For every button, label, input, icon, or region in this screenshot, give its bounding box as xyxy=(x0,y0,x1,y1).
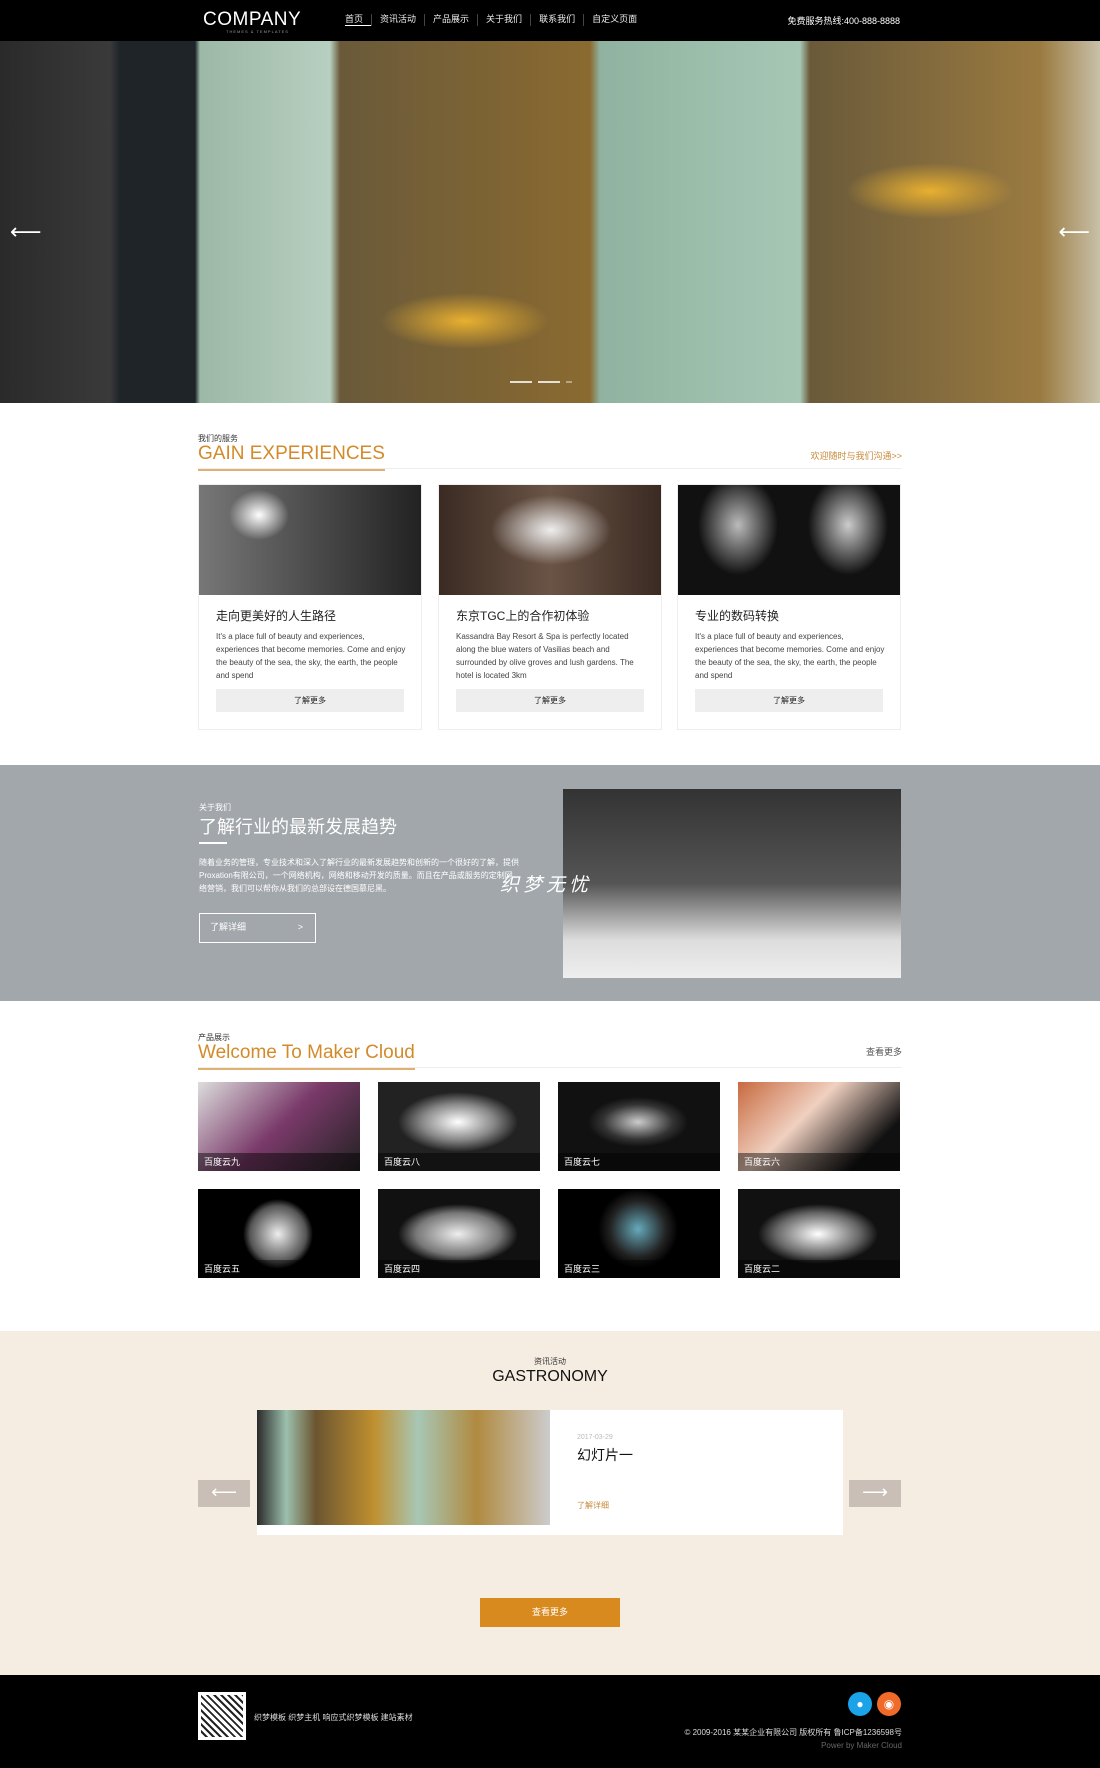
card-text: It's a place full of beauty and experien… xyxy=(695,632,885,680)
divider xyxy=(199,842,227,844)
about-title: 了解行业的最新发展趋势 xyxy=(199,817,397,837)
product-caption: 百度云二 xyxy=(738,1260,900,1278)
arrow-right-icon[interactable]: ⟶ xyxy=(849,1480,901,1507)
product-item[interactable]: 百度云九 xyxy=(198,1082,360,1171)
products-title: Welcome To Maker Cloud xyxy=(198,1042,415,1070)
footer-links[interactable]: 织梦模板 织梦主机 响应式织梦模板 建站素材 xyxy=(254,1712,413,1723)
about-section: 关于我们 了解行业的最新发展趋势 随着业务的管理，专业技术和深入了解行业的最新发… xyxy=(0,765,1100,1001)
card-image[interactable] xyxy=(439,485,661,595)
hotline: 免费服务热线:400-888-8888 xyxy=(787,16,900,26)
powered-by: Power by Maker Cloud xyxy=(821,1741,902,1750)
product-caption: 百度云九 xyxy=(198,1153,360,1171)
divider xyxy=(198,468,902,469)
product-item[interactable]: 百度云六 xyxy=(738,1082,900,1171)
hero-banner: ⟵ ⟵ xyxy=(0,41,1100,403)
news-title: GASTRONOMY xyxy=(492,1368,608,1385)
main-nav: 首页 资讯活动 产品展示 关于我们 联系我们 自定义页面 xyxy=(345,14,645,26)
card-text: Kassandra Bay Resort & Spa is perfectly … xyxy=(456,632,634,680)
copyright: © 2009-2016 某某企业有限公司 版权所有 鲁ICP备1236598号 xyxy=(684,1728,902,1737)
news-date: 2017-03-29 xyxy=(577,1434,613,1441)
card-image[interactable] xyxy=(199,485,421,595)
card-title: 专业的数码转换 xyxy=(695,609,780,623)
news-item-title[interactable]: 幻灯片一 xyxy=(577,1445,633,1465)
product-caption: 百度云六 xyxy=(738,1153,900,1171)
arrow-left-icon[interactable]: ⟵ xyxy=(198,1480,250,1507)
button-label: 了解详细 xyxy=(210,922,247,932)
about-details-button[interactable]: 了解详细 > xyxy=(199,913,316,943)
divider xyxy=(198,1067,902,1068)
news-details-link[interactable]: 了解详细 xyxy=(577,1500,609,1511)
about-image xyxy=(563,789,901,978)
services-title: GAIN EXPERIENCES xyxy=(198,443,385,471)
product-item[interactable]: 百度云五 xyxy=(198,1189,360,1278)
arrow-left-icon[interactable]: ⟵ xyxy=(10,219,42,245)
watermark: 织梦无忧 xyxy=(500,874,593,896)
service-card: 专业的数码转换 It's a place full of beauty and … xyxy=(677,484,901,730)
about-subtitle: 关于我们 xyxy=(199,803,231,812)
card-text: It's a place full of beauty and experien… xyxy=(216,632,406,680)
product-item[interactable]: 百度云四 xyxy=(378,1189,540,1278)
product-item[interactable]: 百度云二 xyxy=(738,1189,900,1278)
footer: 织梦模板 织梦主机 响应式织梦模板 建站素材 ● ◉ © 2009-2016 某… xyxy=(0,1675,1100,1768)
product-caption: 百度云四 xyxy=(378,1260,540,1278)
learn-more-button[interactable]: 了解更多 xyxy=(216,689,404,712)
news-subtitle: 资讯活动 xyxy=(534,1357,566,1366)
dot[interactable] xyxy=(566,381,572,383)
dot[interactable] xyxy=(538,381,560,383)
learn-more-button[interactable]: 了解更多 xyxy=(695,689,883,712)
news-section: 资讯活动 GASTRONOMY 2017-03-29 幻灯片一 了解详细 ⟵ ⟶… xyxy=(0,1331,1100,1675)
nav-products[interactable]: 产品展示 xyxy=(424,14,477,26)
product-caption: 百度云三 xyxy=(558,1260,720,1278)
header: COMPANY THEMES & TEMPLATES 首页 资讯活动 产品展示 … xyxy=(0,0,1100,41)
qr-code xyxy=(198,1692,246,1740)
weibo-icon[interactable]: ◉ xyxy=(877,1692,901,1716)
view-more-link[interactable]: 查看更多 xyxy=(866,1045,902,1058)
nav-about[interactable]: 关于我们 xyxy=(477,14,530,26)
service-card: 走向更美好的人生路径 It's a place full of beauty a… xyxy=(198,484,422,730)
nav-custom[interactable]: 自定义页面 xyxy=(583,14,645,26)
nav-news[interactable]: 资讯活动 xyxy=(371,14,424,26)
qq-icon[interactable]: ● xyxy=(848,1692,872,1716)
card-image[interactable] xyxy=(678,485,900,595)
arrow-right-icon[interactable]: ⟵ xyxy=(1058,219,1090,245)
product-item[interactable]: 百度云八 xyxy=(378,1082,540,1171)
card-title: 东京TGC上的合作初体验 xyxy=(456,609,590,623)
chevron-right-icon: > xyxy=(297,922,303,932)
view-more-button[interactable]: 查看更多 xyxy=(480,1598,620,1627)
nav-contact[interactable]: 联系我们 xyxy=(530,14,583,26)
nav-home[interactable]: 首页 xyxy=(345,14,372,26)
product-item[interactable]: 百度云七 xyxy=(558,1082,720,1171)
dot[interactable] xyxy=(510,381,532,383)
product-caption: 百度云七 xyxy=(558,1153,720,1171)
slide-image[interactable] xyxy=(257,1410,550,1525)
product-caption: 百度云八 xyxy=(378,1153,540,1171)
learn-more-button[interactable]: 了解更多 xyxy=(456,689,644,712)
logo[interactable]: COMPANY xyxy=(203,9,301,31)
logo-tagline: THEMES & TEMPLATES xyxy=(226,29,289,34)
news-slider: 2017-03-29 幻灯片一 了解详细 xyxy=(257,1410,843,1535)
card-title: 走向更美好的人生路径 xyxy=(216,609,337,623)
contact-link[interactable]: 欢迎随时与我们沟通>> xyxy=(810,449,902,462)
slider-dots xyxy=(510,381,572,383)
service-card: 东京TGC上的合作初体验 Kassandra Bay Resort & Spa … xyxy=(438,484,662,730)
about-text: 随着业务的管理，专业技术和深入了解行业的最新发展趋势和创新的一个很好的了解，提供… xyxy=(199,858,519,893)
product-item[interactable]: 百度云三 xyxy=(558,1189,720,1278)
product-caption: 百度云五 xyxy=(198,1260,360,1278)
